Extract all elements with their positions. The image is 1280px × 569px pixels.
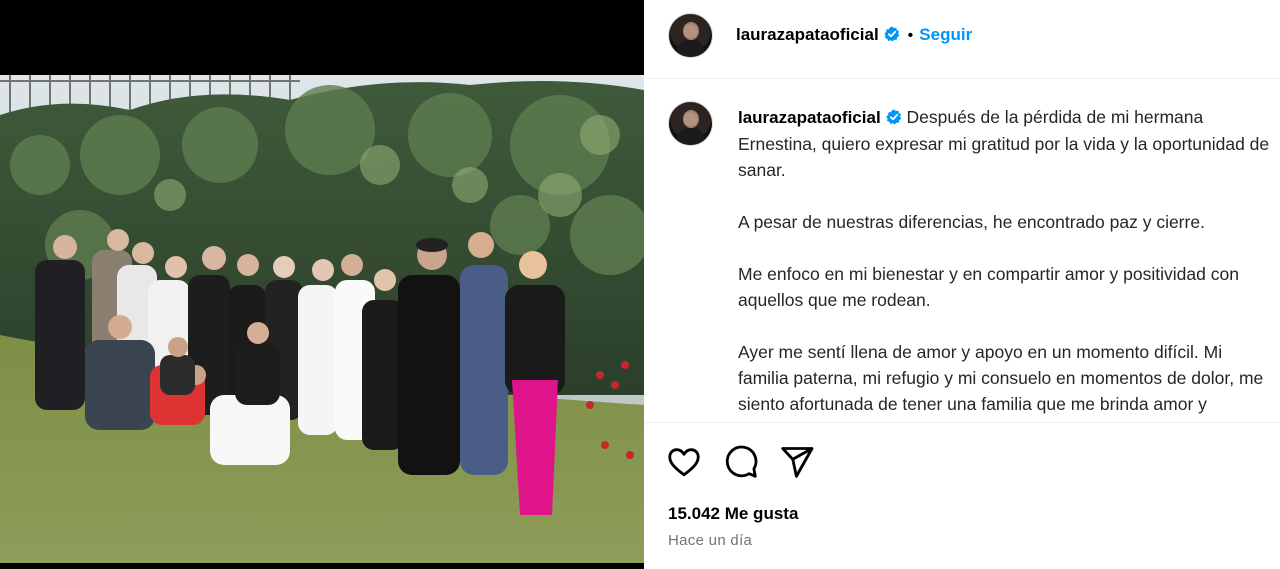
group-photo-image [0,75,644,563]
caption-verified-badge-icon [886,109,901,125]
group-photo[interactable] [0,75,644,563]
avatar[interactable] [668,13,713,58]
caption-paragraph-3: Me enfoco en mi bienestar y en compartir… [738,264,1239,310]
header-username[interactable]: laurazapataoficial [736,25,879,44]
share-icon[interactable] [779,444,815,480]
verified-badge-icon [884,26,899,42]
separator-dot: • [907,27,914,44]
header-user-row: laurazapataoficial • Seguir [736,25,972,45]
post-actions: 15.042 Me gusta Hace un día [645,422,1280,569]
caption-text: laurazapataoficial Después de la pérdida… [738,104,1274,422]
caption-username[interactable]: laurazapataoficial [738,108,881,127]
likes-count[interactable]: 15.042 Me gusta [668,504,798,524]
caption-section: laurazapataoficial Después de la pérdida… [645,80,1280,422]
comment-icon[interactable] [723,444,759,480]
post-timestamp[interactable]: Hace un día [668,532,752,549]
caption-paragraph-4: Ayer me sentí llena de amor y apoyo en u… [738,342,1264,422]
caption-avatar[interactable] [668,101,713,146]
caption-paragraph-2: A pesar de nuestras diferencias, he enco… [738,212,1205,232]
heart-icon[interactable] [666,444,702,480]
post-media [0,0,644,569]
post-details-panel: laurazapataoficial • Seguir laurazapataofi… [645,0,1280,569]
post-header: laurazapataoficial • Seguir [645,0,1280,79]
caption-paragraph-1: laurazapataoficial Después de la pérdida… [738,104,1274,183]
follow-button[interactable]: Seguir [919,25,972,44]
